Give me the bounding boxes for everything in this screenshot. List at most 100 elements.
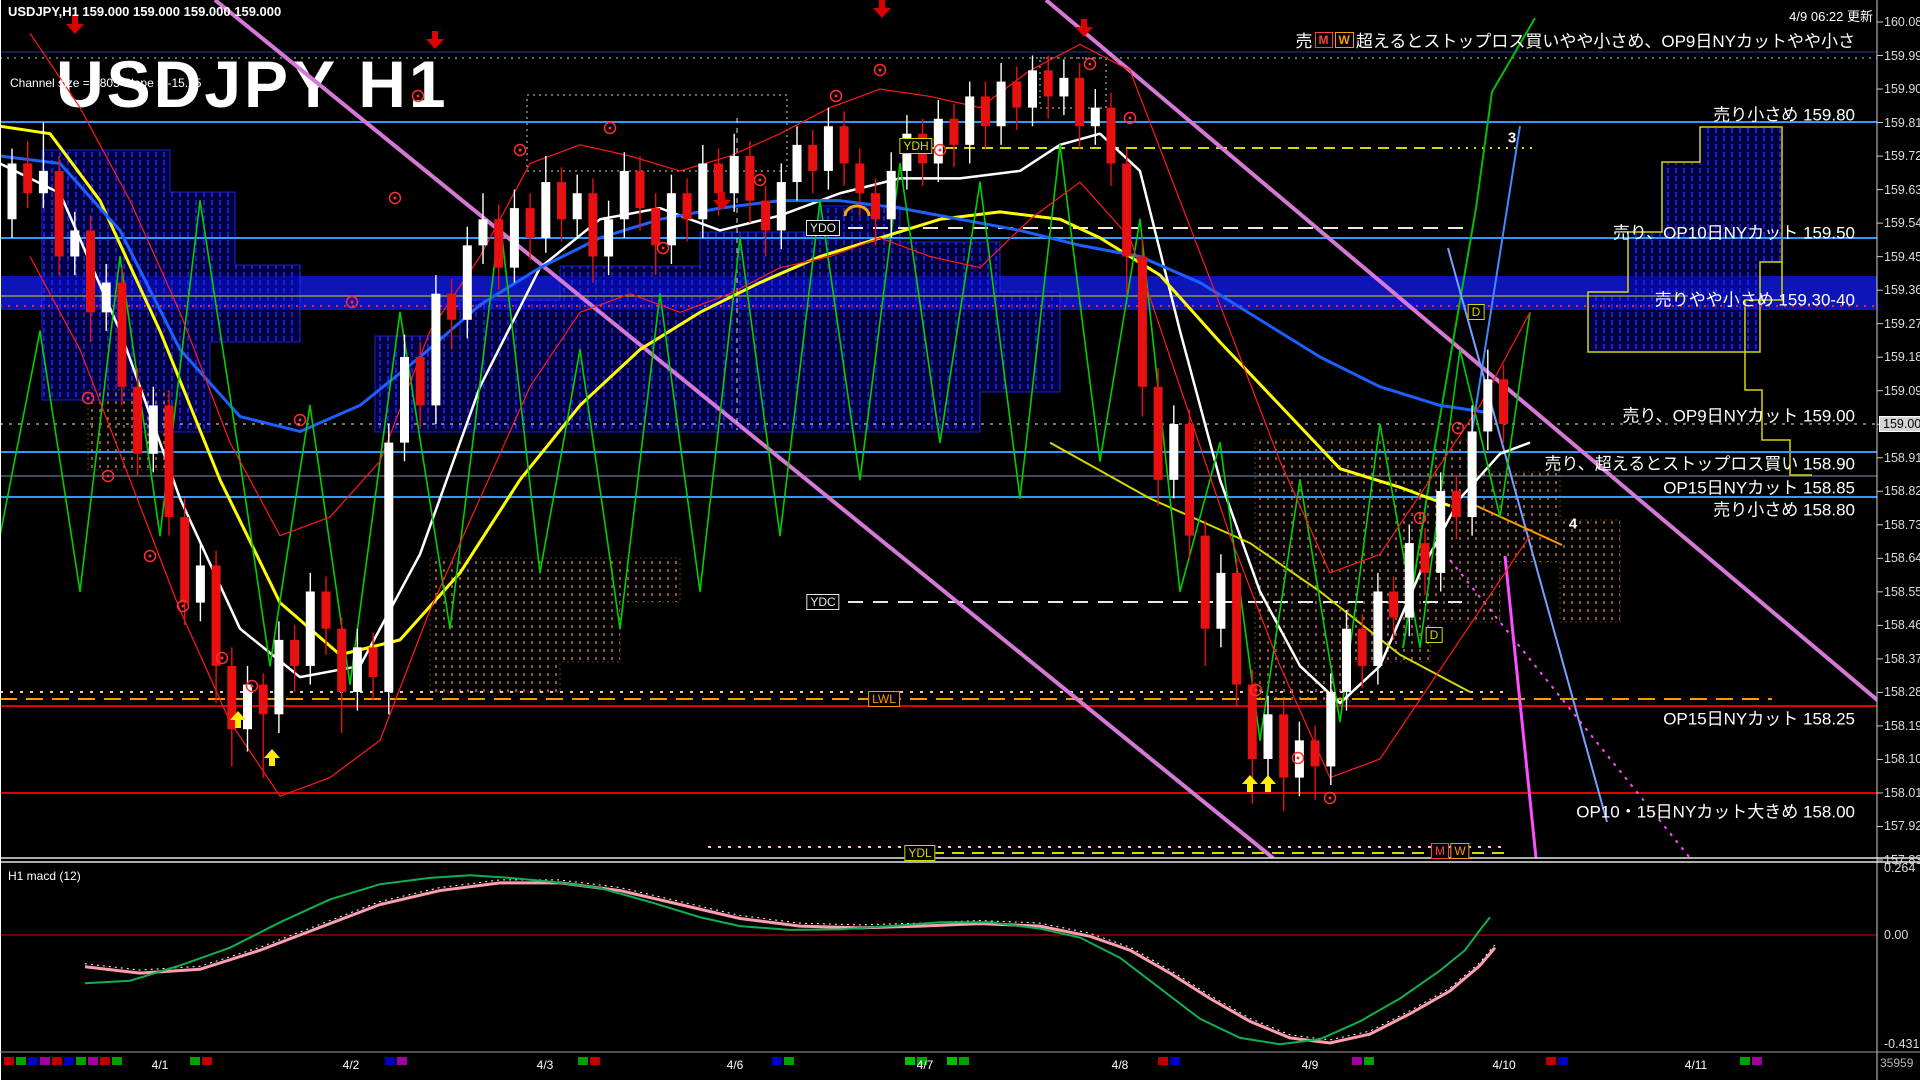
entry-ring-dot: [148, 554, 152, 558]
sell-arrow-icon: [426, 31, 444, 49]
candle-bull: [1294, 740, 1304, 778]
price-tick-label: 159.180: [1884, 350, 1920, 365]
chart-tag-ydo: YDO: [805, 220, 841, 236]
main-chart-layer[interactable]: [0, 0, 1920, 858]
timeline-date-label[interactable]: 4/6: [727, 1058, 744, 1072]
candle-bear: [368, 647, 378, 678]
candle-bull: [698, 163, 708, 220]
session-color-block: [1752, 1057, 1762, 1065]
candle-bear: [525, 208, 535, 238]
candle-bull: [7, 163, 17, 220]
session-color-block: [100, 1057, 110, 1065]
session-color-block: [959, 1057, 969, 1065]
candle-bull: [509, 208, 519, 268]
level-annotation: 売り、超えるとストップロス買い 158.90: [1544, 454, 1855, 474]
candle-bear: [86, 230, 95, 313]
buy-arrow-icon: [1242, 775, 1258, 792]
timeline-date-label[interactable]: 4/2: [343, 1058, 360, 1072]
candle-bull: [1342, 628, 1351, 692]
chart-tag-ydc: YDC: [806, 594, 840, 610]
chart-plot-area[interactable]: [0, 0, 1920, 1080]
candle-bear: [23, 163, 33, 194]
timeline-date-label[interactable]: 4/1: [152, 1058, 169, 1072]
timeline-date-label[interactable]: 4/11: [1685, 1058, 1707, 1072]
candle-bear: [635, 170, 645, 209]
timeline-date-label[interactable]: 4/9: [1302, 1058, 1319, 1072]
session-color-block: [1170, 1057, 1180, 1065]
candle-bear: [258, 684, 268, 715]
candle-bull: [1467, 431, 1477, 518]
entry-ring-dot: [106, 474, 110, 478]
entry-ring-dot: [1328, 796, 1332, 800]
macd-chart-layer[interactable]: [0, 874, 1877, 1046]
numeric-marker: 4: [1568, 515, 1578, 533]
candle-bear: [415, 357, 425, 406]
price-tick-label: 158.460: [1884, 618, 1920, 633]
session-color-block: [772, 1057, 782, 1065]
buy-arrow-icon: [1260, 775, 1276, 792]
chart-tag-m: M: [1431, 843, 1449, 859]
entry-ring-dot: [1254, 688, 1258, 692]
chart-tag-ydh: YDH: [899, 138, 933, 154]
candle-bull: [541, 182, 551, 238]
entry-ring-dot: [1128, 116, 1132, 120]
timeline-date-label[interactable]: 4/10: [1492, 1058, 1515, 1072]
level-annotation: OP15日NYカット 158.25: [1663, 709, 1855, 729]
price-tick-label: 158.370: [1884, 651, 1920, 666]
candle-bull: [1436, 490, 1446, 573]
price-tick-label: 158.730: [1884, 517, 1920, 532]
entry-ring-dot: [86, 396, 90, 400]
level-annotation: 売り小さめ 159.80: [1713, 105, 1855, 125]
ichimoku-cloud-tan: [429, 557, 681, 693]
candle-bull: [274, 639, 284, 715]
candle-bear: [164, 405, 174, 518]
price-tick-label: 158.010: [1884, 785, 1920, 800]
candle-bear: [1137, 256, 1147, 387]
entry-ring-dot: [1456, 426, 1460, 430]
candle-bear: [1122, 163, 1132, 257]
candle-bear: [117, 282, 127, 387]
candle-bear: [1153, 386, 1163, 480]
candle-bear: [1451, 490, 1461, 518]
candle-bear: [1389, 591, 1399, 618]
candle-bear: [1279, 714, 1289, 778]
candle-bear: [761, 200, 771, 231]
price-tick-label: 158.550: [1884, 584, 1920, 599]
top-note-text: 超えるとストップロス買いやや小さめ、OP9日NYカットやや小さ: [1355, 32, 1855, 51]
session-color-block: [784, 1057, 794, 1065]
entry-ring-dot: [758, 178, 762, 182]
candle-bull: [195, 565, 205, 603]
price-tick-label: 159.450: [1884, 249, 1920, 264]
price-tick-label: 158.100: [1884, 752, 1920, 767]
monthly-marker-badge: M: [1314, 31, 1333, 48]
session-color-block: [590, 1057, 600, 1065]
candle-bear: [1310, 740, 1320, 767]
entry-ring-dot: [834, 94, 838, 98]
candle-bear: [1420, 543, 1430, 573]
timeline-date-label[interactable]: 4/7: [917, 1058, 934, 1072]
candle-bear: [651, 208, 661, 246]
entry-ring-dot: [220, 656, 224, 660]
candle-bull: [1028, 70, 1037, 108]
entry-ring-dot: [661, 246, 665, 250]
price-tick-label: 159.720: [1884, 149, 1920, 164]
candle-bear: [808, 144, 818, 171]
candle-bear: [1106, 107, 1116, 164]
timeline-date-label[interactable]: 4/3: [537, 1058, 554, 1072]
price-tick-label: 158.820: [1884, 484, 1920, 499]
timeline-date-label[interactable]: 4/8: [1112, 1058, 1129, 1072]
price-tick-label: 159.360: [1884, 283, 1920, 298]
candle-bull: [431, 293, 441, 406]
session-color-block: [190, 1057, 200, 1065]
candle-bear: [855, 163, 865, 194]
macd-main-line: [84, 874, 1491, 1046]
price-tick-label: 159.810: [1884, 115, 1920, 130]
candle-bull: [1059, 77, 1069, 97]
session-color-block: [385, 1057, 395, 1065]
macd-zero-label: 0.00: [1884, 928, 1909, 942]
candle-bull: [572, 193, 582, 220]
entry-ring-dot: [350, 300, 354, 304]
candle-bull: [1326, 691, 1336, 767]
timeline-corner-value: 35959: [1880, 1056, 1914, 1070]
session-color-block: [52, 1057, 62, 1065]
